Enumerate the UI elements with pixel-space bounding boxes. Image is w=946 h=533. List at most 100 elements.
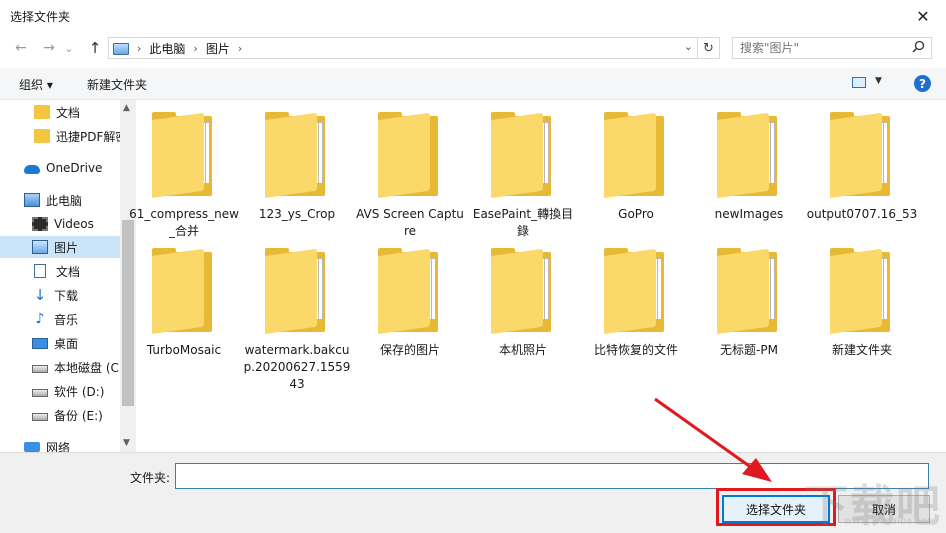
command-toolbar: 组织 ▾ 新建文件夹 ▼ ? [0,68,946,100]
up-arrow-icon[interactable]: ↑ [84,38,106,58]
recent-locations-icon[interactable]: ⌄ [62,38,76,58]
search-input[interactable] [733,38,909,58]
sidebar-item-music[interactable]: ♪ 音乐 [0,308,120,330]
folder-name: watermark.bakcup.20200627.155943 [243,343,351,391]
folder-name: output0707.16_53 [806,207,918,221]
folder-name: newImages [714,207,784,221]
sidebar-item-label: Videos [54,217,94,231]
folder-icon [34,105,50,119]
folder-name: 无标题-PM [720,343,778,357]
pictures-location-icon [113,42,129,55]
organize-button[interactable]: 组织 ▾ [19,76,53,93]
sidebar-item-label: 文档 [56,105,81,120]
view-dropdown-icon[interactable]: ▼ [875,76,882,86]
sidebar-item-label: OneDrive [46,161,103,175]
highlight-box [716,488,836,526]
sidebar-item-videos[interactable]: Videos [0,213,120,235]
new-folder-button[interactable]: 新建文件夹 [87,76,147,93]
folder-name: GoPro [618,207,654,221]
sidebar-item-documents[interactable]: 文档 [0,260,120,282]
folder-grid: 61_compress_new_合并 123_ys_Crop AVS Screen … [129,100,946,452]
folder-icon [265,248,329,334]
folder-name: 61_compress_new_合并 [129,207,239,238]
sidebar-item-drive-d[interactable]: 软件 (D:) [0,380,120,402]
title-bar: 选择文件夹 ✕ [0,0,946,32]
breadcrumb-pictures[interactable]: 图片 [206,40,230,57]
back-arrow-icon[interactable]: ← [10,38,32,58]
scroll-down-icon[interactable]: ▼ [123,438,130,448]
folder-name: 123_ys_Crop [258,207,336,221]
folder-name-input[interactable] [175,463,929,489]
folder-icon [830,112,894,198]
close-icon[interactable]: ✕ [900,0,946,32]
chevron-right-icon[interactable]: › [238,42,242,55]
address-dropdown-icon[interactable]: ⌄ [684,40,693,53]
view-options-icon[interactable] [852,77,866,88]
folder-icon [265,112,329,198]
sidebar-item-pictures[interactable]: 图片 [0,236,120,258]
folder-icon [604,112,668,198]
scrollbar-thumb[interactable] [122,220,134,406]
folder-icon [830,248,894,334]
drive-icon [32,412,48,421]
sidebar-item-label: 备份 (E:) [54,408,103,423]
folder-icon [378,248,442,334]
folder-name: AVS Screen Capture [356,207,464,238]
folder-icon [152,112,216,198]
sidebar-item-desktop[interactable]: 桌面 [0,332,120,354]
chevron-right-icon[interactable]: › [193,42,197,55]
folder-name: EasePaint_轉換目錄 [472,207,574,238]
desktop-icon [32,337,48,349]
video-icon [32,217,48,231]
window-title: 选择文件夹 [10,10,71,24]
sidebar-item-pdf-folder[interactable]: 迅捷PDF解密 [34,125,120,147]
refresh-icon[interactable]: ↻ [698,37,720,59]
folder-name: 比特恢复的文件 [593,343,678,357]
sidebar-scrollbar[interactable]: ▲ ▼ [120,100,136,452]
download-icon: ↓ [33,286,47,304]
cancel-button[interactable]: 取消 [838,495,930,523]
navigation-pane: 文档 迅捷PDF解密 OneDrive 此电脑 Videos 图片 文档 ↓ 下… [0,100,136,452]
sidebar-item-onedrive[interactable]: OneDrive [0,157,120,179]
folder-icon [717,248,781,334]
sidebar-item-drive-c[interactable]: 本地磁盘 (C:) [0,356,120,378]
pictures-icon [32,240,48,254]
search-box[interactable] [732,37,932,59]
forward-arrow-icon[interactable]: → [38,38,60,58]
folder-name: TurboMosaic [146,343,222,357]
folder-icon [604,248,668,334]
sidebar-item-downloads[interactable]: ↓ 下载 [0,284,120,306]
documents-icon [34,264,46,278]
sidebar-item-label: 此电脑 [46,193,83,208]
chevron-right-icon[interactable]: › [137,42,141,55]
sidebar-item-label: 迅捷PDF解密 [56,129,120,144]
help-icon[interactable]: ? [914,75,931,92]
folder-name: 本机照片 [498,343,547,357]
drive-icon [32,364,48,373]
sidebar-item-label: 文档 [56,264,81,279]
sidebar-item-label: 图片 [54,240,79,255]
folder-icon [491,248,555,334]
sidebar-item-drive-e[interactable]: 备份 (E:) [0,404,120,426]
scroll-up-icon[interactable]: ▲ [123,103,130,113]
folder-icon [717,112,781,198]
drive-icon [32,388,48,397]
search-icon[interactable] [912,40,925,53]
breadcrumb-this-pc[interactable]: 此电脑 [149,40,185,57]
folder-field-label: 文件夹: [130,471,171,485]
sidebar-item-label: 下载 [54,288,79,303]
address-bar[interactable]: › 此电脑 › 图片 › ⌄ [108,37,698,59]
sidebar-item-label: 本地磁盘 (C:) [54,360,120,375]
folder-icon [491,112,555,198]
sidebar-item-label: 软件 (D:) [54,384,105,399]
address-row: ← → ⌄ ↑ › 此电脑 › 图片 › ⌄ ↻ [0,32,946,64]
sidebar-item-this-pc[interactable]: 此电脑 [0,189,120,211]
sidebar-item-label: 音乐 [54,312,79,327]
folder-name: 保存的图片 [379,343,440,357]
network-icon [24,442,40,452]
sidebar-item-network[interactable]: 网络 [0,436,120,452]
sidebar-item-label: 桌面 [54,336,79,351]
folder-icon [152,248,216,334]
onedrive-icon [24,164,40,174]
sidebar-item-documents-quick[interactable]: 文档 [34,101,120,123]
